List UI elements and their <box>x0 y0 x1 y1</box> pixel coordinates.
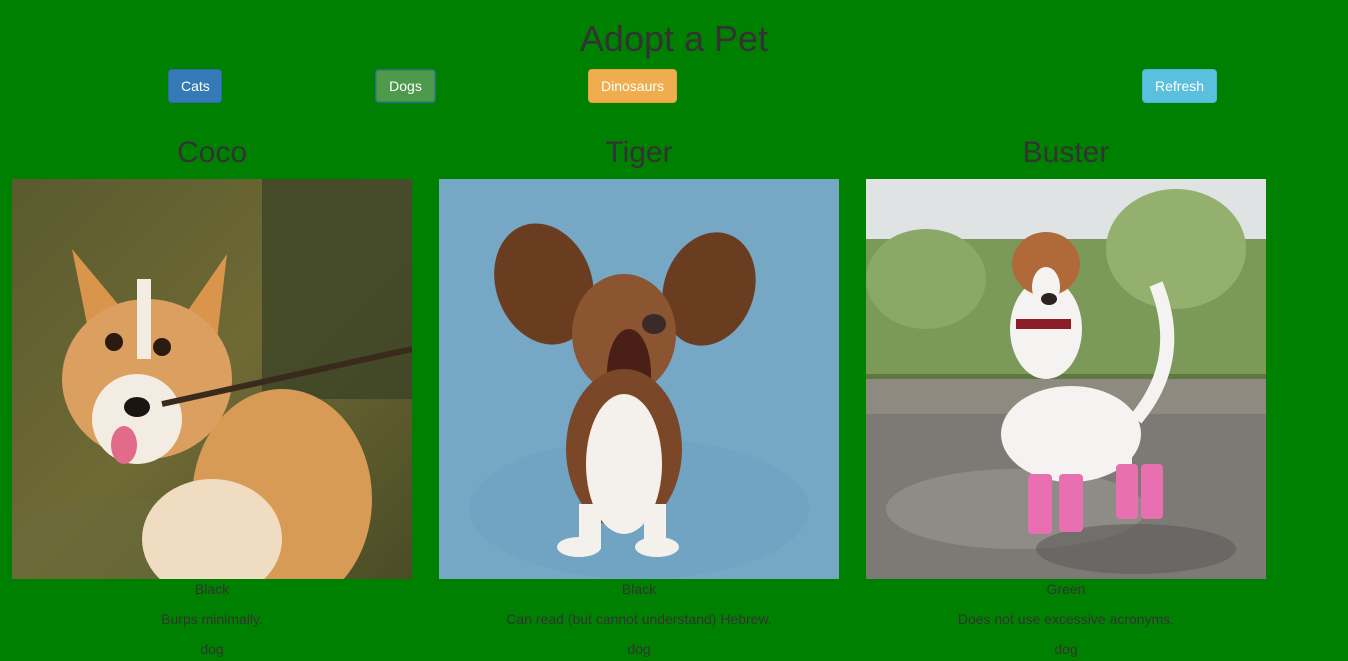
pet-name: Coco <box>176 136 248 169</box>
pet-color: Green <box>1046 581 1086 597</box>
pet-description: Burps minimally. <box>161 611 263 627</box>
pet-card: Buster Green Does not use excessive acro… <box>866 130 1266 659</box>
pet-photo <box>866 179 1266 579</box>
dogs-button[interactable]: Dogs <box>375 69 436 103</box>
pet-description: Does not use excessive acronyms. <box>957 611 1175 627</box>
dinosaurs-button[interactable]: Dinosaurs <box>588 69 677 103</box>
cats-button[interactable]: Cats <box>168 69 222 103</box>
pet-name: Buster <box>1022 136 1110 169</box>
pet-type: dog <box>627 641 651 657</box>
pet-card: Tiger Black Can read (but cannot underst… <box>439 130 839 659</box>
pet-color: Black <box>621 581 657 597</box>
page-title: Adopt a Pet <box>579 18 769 59</box>
pet-name: Tiger <box>605 136 673 169</box>
pet-color: Black <box>194 581 230 597</box>
pet-type: dog <box>200 641 224 657</box>
pet-description: Can read (but cannot understand) Hebrew. <box>506 611 772 627</box>
pet-card: Coco Black Burps minimally. dog <box>12 130 412 659</box>
pet-photo <box>12 179 412 579</box>
refresh-button[interactable]: Refresh <box>1142 69 1217 103</box>
pet-photo <box>439 179 839 579</box>
pet-type: dog <box>1054 641 1078 657</box>
